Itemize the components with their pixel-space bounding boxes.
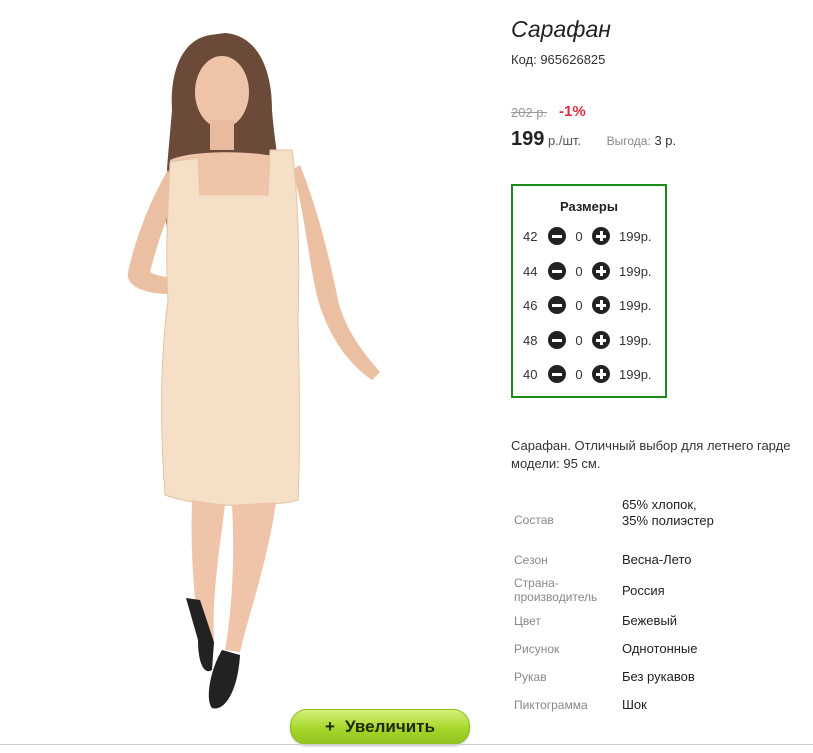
zoom-button[interactable]: + Увеличить (290, 709, 470, 745)
size-quantity: 0 (575, 264, 583, 279)
size-price: 199р. (619, 264, 652, 279)
size-quantity: 0 (575, 298, 583, 313)
zoom-button-label: Увеличить (344, 717, 435, 736)
price-block: 199 р./шт. Выгода: 3 р. (511, 128, 676, 151)
product-code: Код: 965626825 (511, 52, 606, 67)
model-in-dress-image (127, 33, 380, 709)
size-price: 199р. (619, 229, 652, 244)
attribute-key: Страна-производитель (514, 576, 598, 604)
plus-icon[interactable] (592, 296, 610, 314)
plus-icon[interactable] (592, 365, 610, 383)
size-price: 199р. (619, 333, 652, 348)
plus-icon[interactable] (592, 227, 610, 245)
size-number: 42 (523, 229, 538, 244)
minus-icon[interactable] (548, 262, 566, 280)
size-quantity: 0 (575, 367, 583, 382)
product-description: Сарафан. Отличный выбор для летнего гард… (511, 437, 813, 473)
minus-icon[interactable] (548, 227, 566, 245)
attribute-value: Шок (622, 697, 647, 712)
old-price: 202 р. (511, 105, 548, 120)
minus-icon[interactable] (548, 331, 566, 349)
attribute-key: Рисунок (514, 642, 560, 656)
size-quantity: 0 (575, 333, 583, 348)
attribute-value: Без рукавов (622, 669, 695, 684)
attribute-value: Весна-Лето (622, 552, 692, 567)
sizes-panel: Размеры 42 0 199р. 44 0 199р. 46 0 199р.… (511, 184, 667, 398)
divider (0, 744, 813, 745)
current-price: 199 (511, 128, 545, 150)
description-line: Сарафан. Отличный выбор для летнего гард… (511, 438, 791, 453)
plus-icon[interactable] (592, 262, 610, 280)
plus-icon: + (325, 717, 335, 736)
benefit-label: Выгода: (606, 134, 651, 148)
product-photo[interactable] (0, 0, 500, 748)
minus-icon[interactable] (548, 365, 566, 383)
attribute-key: Состав (514, 513, 554, 527)
description-line: модели: 95 см. (511, 456, 601, 471)
benefit-value: 3 р. (654, 133, 677, 148)
sizes-title: Размеры (560, 199, 618, 214)
attribute-value: Россия (622, 583, 665, 598)
attribute-key: Сезон (514, 553, 548, 567)
product-title: Сарафан (511, 16, 611, 42)
discount-badge: -1% (559, 103, 586, 120)
attribute-key: Пиктограмма (514, 698, 588, 712)
size-quantity: 0 (575, 229, 583, 244)
size-number: 46 (523, 298, 538, 313)
attribute-value: Однотонные (622, 641, 698, 656)
attribute-value: Бежевый (622, 613, 678, 628)
size-price: 199р. (619, 298, 652, 313)
attribute-key: Рукав (514, 670, 547, 684)
size-number: 48 (523, 333, 538, 348)
size-number: 44 (523, 264, 538, 279)
plus-icon[interactable] (592, 331, 610, 349)
attribute-key: Цвет (514, 614, 541, 628)
attribute-value: 65% хлопок, 35% полиэстер (622, 497, 714, 528)
price-unit: р./шт. (548, 133, 582, 148)
minus-icon[interactable] (548, 296, 566, 314)
size-price: 199р. (619, 367, 652, 382)
size-number: 40 (523, 367, 538, 382)
